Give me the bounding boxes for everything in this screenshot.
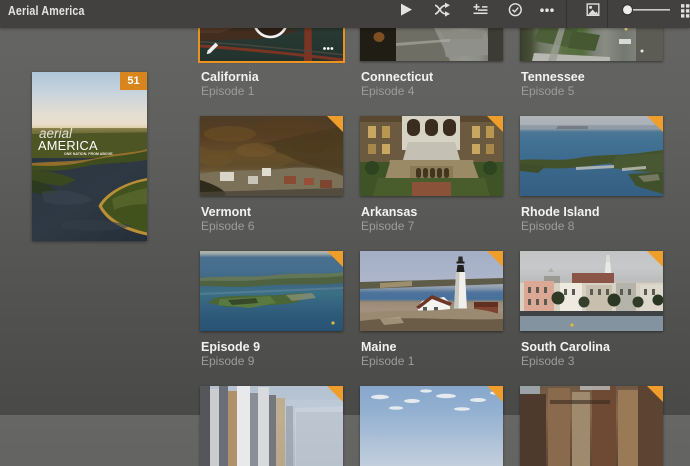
svg-text:AMERICA: AMERICA bbox=[38, 138, 98, 153]
svg-text:ONE NATION. FROM ABOVE.: ONE NATION. FROM ABOVE. bbox=[64, 152, 114, 156]
